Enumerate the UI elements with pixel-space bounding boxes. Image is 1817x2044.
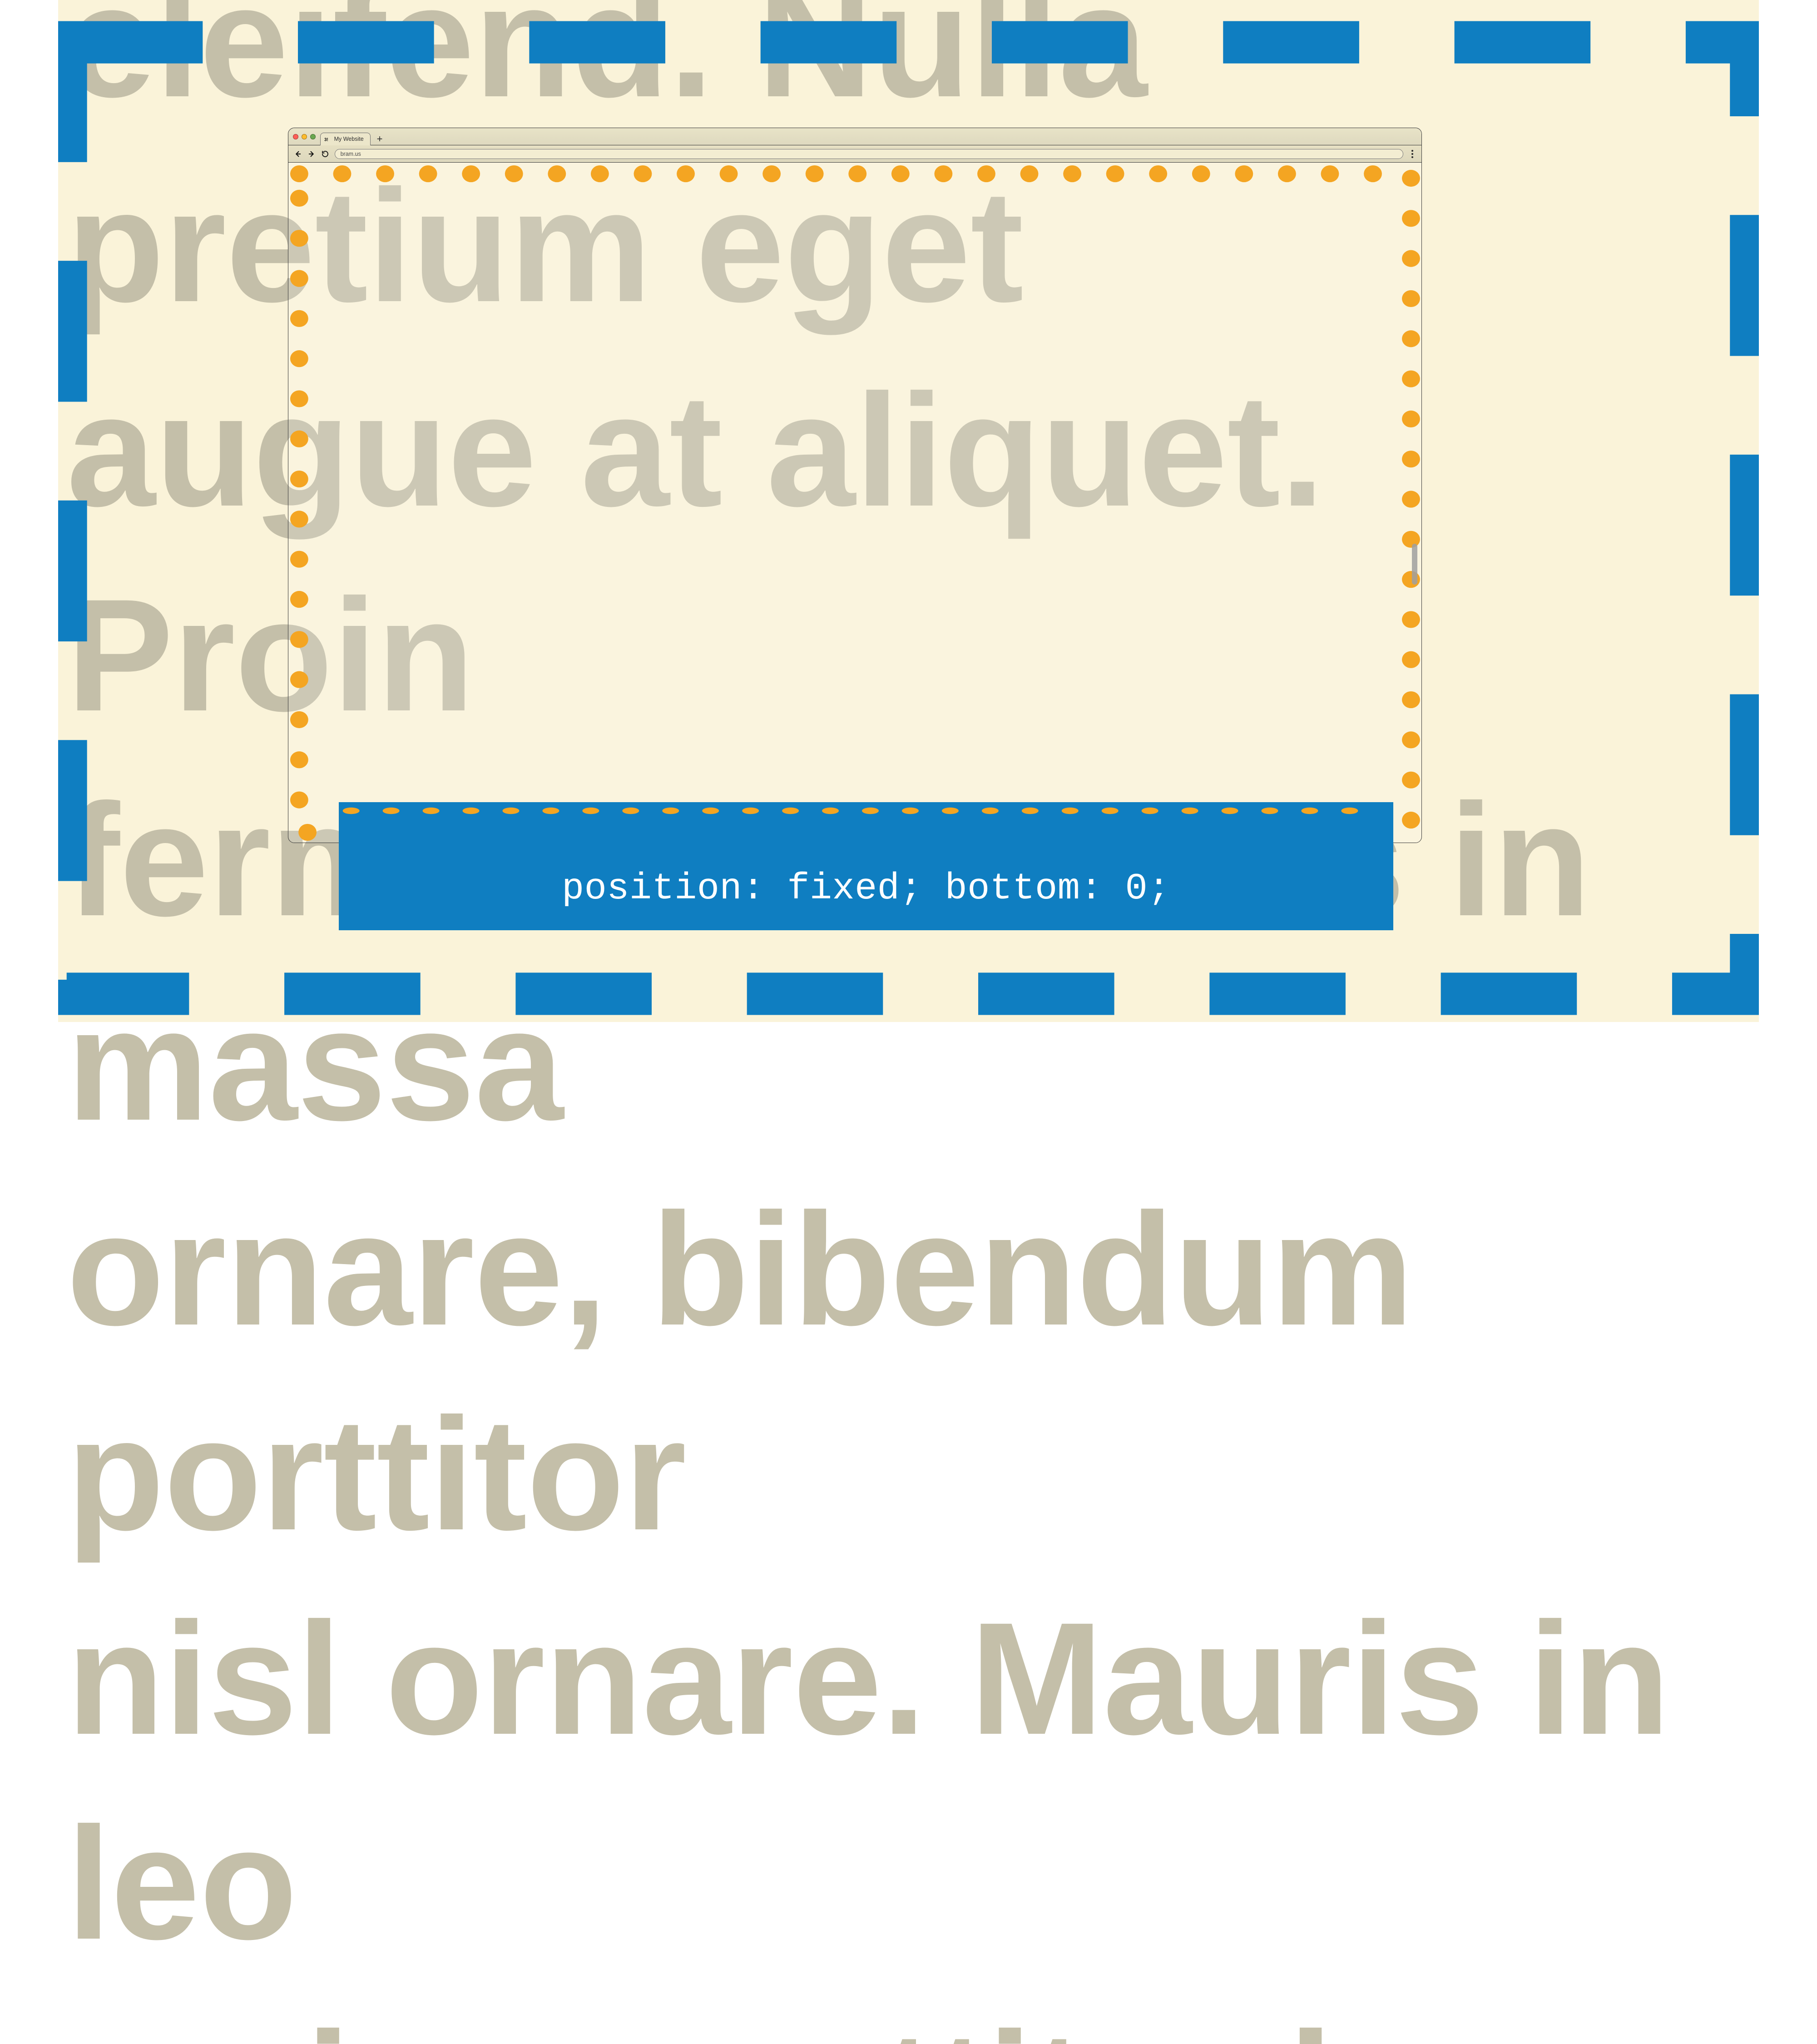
reload-icon[interactable] xyxy=(321,150,329,158)
browser-tab[interactable]: 3! My Website xyxy=(320,133,371,145)
url-text: bram.us xyxy=(341,151,361,157)
browser-toolbar: bram.us xyxy=(288,145,1422,163)
fixed-bottom-bar: position: fixed; bottom: 0; xyxy=(339,802,1393,930)
fixed-bar-code: position: fixed; bottom: 0; xyxy=(562,868,1170,910)
minimize-icon[interactable] xyxy=(302,134,307,139)
favicon-icon: 3! xyxy=(324,136,331,143)
svg-text:3!: 3! xyxy=(324,137,328,142)
diagram-canvas: eleifend. Nulla pretium eget augue at al… xyxy=(58,0,1759,1022)
menu-icon[interactable] xyxy=(1409,150,1416,158)
url-bar[interactable]: bram.us xyxy=(335,149,1404,159)
maximize-icon[interactable] xyxy=(310,134,316,139)
window-controls xyxy=(293,134,316,139)
browser-window: 3! My Website + bram.us xyxy=(288,128,1422,843)
viewport-dotted-outline xyxy=(290,165,1420,841)
back-icon[interactable] xyxy=(294,150,302,158)
forward-icon[interactable] xyxy=(307,150,316,158)
new-tab-button[interactable]: + xyxy=(377,134,383,144)
scrollbar-thumb[interactable] xyxy=(1412,544,1417,585)
browser-titlebar: 3! My Website + xyxy=(288,128,1422,145)
browser-viewport xyxy=(290,165,1420,841)
fixed-bar-dotted-edge xyxy=(341,807,1391,815)
close-icon[interactable] xyxy=(293,134,298,139)
tab-title: My Website xyxy=(334,136,364,142)
